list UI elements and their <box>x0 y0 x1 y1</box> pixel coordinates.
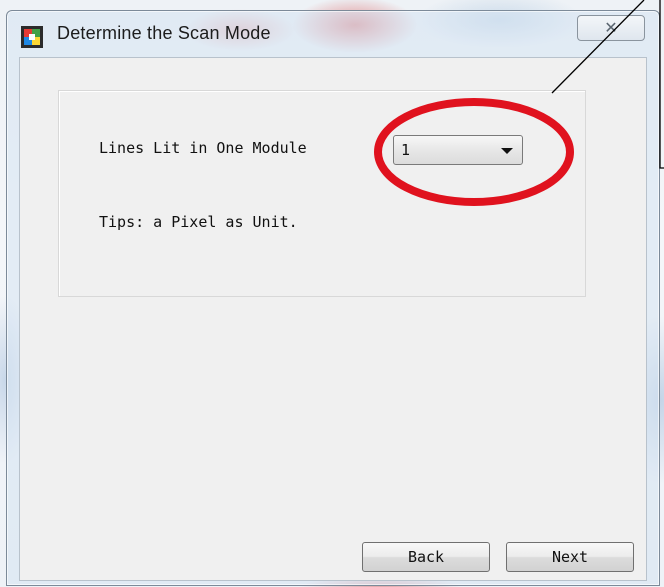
lines-lit-label: Lines Lit in One Module <box>99 139 307 157</box>
screen: Determine the Scan Mode ✕ Lines Lit in O… <box>0 0 664 587</box>
close-icon: ✕ <box>604 18 618 37</box>
next-button[interactable]: Next <box>506 542 634 572</box>
chevron-down-icon[interactable] <box>501 148 513 154</box>
close-button[interactable]: ✕ <box>577 15 645 41</box>
tips-text: Tips: a Pixel as Unit. <box>99 213 298 231</box>
back-button[interactable]: Back <box>362 542 490 572</box>
dialog-body: Lines Lit in One Module 1 Tips: a Pixel … <box>19 57 647 581</box>
lines-lit-value: 1 <box>401 141 411 159</box>
settings-panel: Lines Lit in One Module 1 Tips: a Pixel … <box>58 90 586 297</box>
app-logo-icon <box>21 26 43 48</box>
lines-lit-dropdown[interactable]: 1 <box>393 135 523 165</box>
window-title: Determine the Scan Mode <box>57 23 271 43</box>
title-bar[interactable]: Determine the Scan Mode ✕ <box>7 11 659 57</box>
dialog-window: Determine the Scan Mode ✕ Lines Lit in O… <box>6 10 660 586</box>
